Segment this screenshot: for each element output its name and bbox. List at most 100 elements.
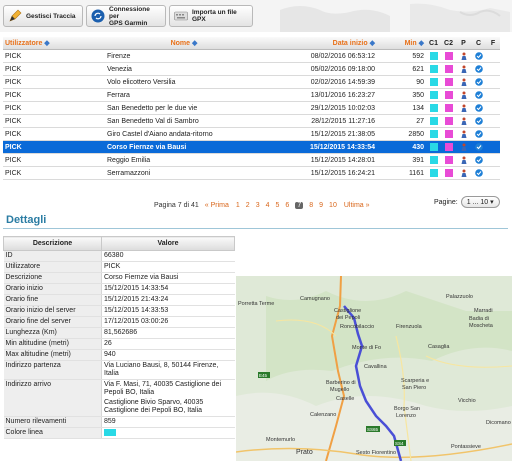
- details-value: 15/12/2015 21:43:24: [101, 294, 235, 306]
- cell-p: [456, 127, 471, 141]
- garmin-connect-label-line2: GPS Garmin: [109, 19, 148, 27]
- col-header-name[interactable]: Nome ◆: [105, 37, 263, 50]
- details-value: 17/12/2015 03:00:26: [101, 316, 235, 328]
- color-swatch-c2: [444, 169, 453, 177]
- details-value: PICK: [101, 261, 235, 273]
- col-header-min-label: Min: [404, 40, 417, 47]
- cell-c2: [441, 75, 456, 89]
- person-icon[interactable]: [460, 156, 468, 164]
- check-icon[interactable]: [474, 169, 483, 177]
- import-gpx-button[interactable]: Importa un file GPX: [169, 5, 253, 27]
- table-row[interactable]: PICK Corso Fiernze via Bausi 15/12/2015 14…: [3, 140, 500, 154]
- route-map[interactable]: Castiglione dei Pepoli Roncobilaccio Cam…: [236, 276, 512, 461]
- last-page-link[interactable]: Ultima »: [344, 202, 370, 209]
- cell-min: 1161: [377, 166, 426, 180]
- page-link-2[interactable]: 2: [246, 202, 250, 209]
- person-icon[interactable]: [460, 78, 468, 86]
- check-icon[interactable]: [474, 130, 483, 138]
- cell-date: 15/12/2015 16:24:21: [263, 166, 377, 180]
- cell-name: Giro Castel d'Aiano andata-ritorno: [105, 127, 263, 141]
- person-icon[interactable]: [460, 169, 468, 177]
- color-swatch-c1: [429, 52, 438, 60]
- page-link-5[interactable]: 5: [276, 202, 280, 209]
- check-icon[interactable]: [474, 65, 483, 73]
- check-icon[interactable]: [474, 91, 483, 99]
- check-icon[interactable]: [474, 52, 483, 60]
- color-swatch-c2: [444, 91, 453, 99]
- person-icon[interactable]: [460, 65, 468, 73]
- details-row: Indirizzo partenza Via Luciano Bausi, 8, …: [3, 360, 235, 380]
- color-swatch-c2: [444, 65, 453, 73]
- table-row[interactable]: PICK Serramazzoni 15/12/2015 16:24:21 1161: [3, 166, 500, 180]
- table-row[interactable]: PICK Reggio Emilia 15/12/2015 14:28:01 391: [3, 153, 500, 167]
- person-icon[interactable]: [460, 130, 468, 138]
- check-icon[interactable]: [474, 117, 483, 125]
- table-row[interactable]: PICK Giro Castel d'Aiano andata-ritorno 15…: [3, 127, 500, 141]
- first-page-link[interactable]: « Prima: [205, 202, 229, 209]
- table-row[interactable]: PICK Volo elicottero Versilia 02/02/2016 1…: [3, 75, 500, 89]
- check-icon[interactable]: [474, 156, 483, 164]
- table-row[interactable]: PICK San Benedetto Val di Sambro 28/12/201…: [3, 114, 500, 128]
- cell-f: [486, 49, 500, 63]
- person-icon[interactable]: [460, 52, 468, 60]
- check-icon[interactable]: [474, 78, 483, 86]
- details-label: Orario inizio: [3, 283, 102, 295]
- details-row: Orario inizio del server 15/12/2015 14:33…: [3, 305, 235, 317]
- col-header-p: P: [456, 37, 471, 50]
- details-value: Corso Fiernze via Bausi: [101, 272, 235, 284]
- col-header-date-label: Data inizio: [332, 40, 368, 47]
- cell-f: [486, 88, 500, 102]
- cell-c1: [426, 166, 441, 180]
- cell-date: 13/01/2016 16:23:27: [263, 88, 377, 102]
- table-row[interactable]: PICK San Benedetto per le due vie 29/12/20…: [3, 101, 500, 115]
- manage-track-button[interactable]: Gestisci Traccia: [3, 5, 83, 27]
- cell-f: [486, 101, 500, 115]
- page-link-1[interactable]: 1: [236, 202, 240, 209]
- cell-user: PICK: [3, 166, 105, 180]
- page-link-8[interactable]: 8: [309, 202, 313, 209]
- page-link-3[interactable]: 3: [256, 202, 260, 209]
- page-link-10[interactable]: 10: [329, 202, 337, 209]
- details-value-text: 26: [104, 340, 112, 347]
- svg-text:Mugello: Mugello: [330, 387, 349, 393]
- person-icon[interactable]: [460, 117, 468, 125]
- table-row[interactable]: PICK Firenze 08/02/2016 06:53:12 592: [3, 49, 500, 63]
- color-swatch-c1: [429, 169, 438, 177]
- person-icon[interactable]: [460, 91, 468, 99]
- garmin-connect-label: Connessione per GPS Garmin: [109, 6, 161, 27]
- page-link-6[interactable]: 6: [285, 202, 289, 209]
- col-header-min[interactable]: Min ◆: [377, 37, 426, 50]
- details-value-text: Via Luciano Bausi, 8, 50144 Firenze, Ita…: [104, 362, 219, 377]
- person-icon[interactable]: [460, 143, 468, 151]
- col-header-user[interactable]: Utilizzatore ◆: [3, 37, 105, 50]
- tracks-table: Utilizzatore ◆ Nome ◆ Data inizio ◆ Min …: [3, 37, 500, 180]
- sync-icon: [91, 9, 105, 23]
- table-row[interactable]: PICK Ferrara 13/01/2016 16:23:27 350: [3, 88, 500, 102]
- cell-c1: [426, 140, 441, 154]
- cell-f: [486, 62, 500, 76]
- world-map-decoration: [280, 3, 510, 32]
- sort-icon: ◆: [192, 40, 198, 47]
- color-swatch-c1: [429, 65, 438, 73]
- details-value-text: 15/12/2015 14:33:53: [104, 307, 169, 314]
- details-row: Orario fine 15/12/2015 21:43:24: [3, 294, 235, 306]
- cell-c2: [441, 153, 456, 167]
- pages-select[interactable]: 1 ... 10 ▾: [460, 196, 500, 208]
- garmin-connect-button[interactable]: Connessione per GPS Garmin: [86, 5, 166, 27]
- svg-text:Pontassieve: Pontassieve: [451, 444, 481, 450]
- check-icon[interactable]: [474, 143, 483, 151]
- color-swatch-c2: [444, 130, 453, 138]
- cell-c: [471, 114, 486, 128]
- page-link-7[interactable]: 7: [295, 201, 304, 209]
- check-icon[interactable]: [474, 104, 483, 112]
- person-icon[interactable]: [460, 104, 468, 112]
- details-table: Descrizione Valore ID 66380 Utilizzatore PI…: [3, 236, 235, 440]
- table-row[interactable]: PICK Venezia 05/02/2016 09:18:00 621: [3, 62, 500, 76]
- cell-user: PICK: [3, 127, 105, 141]
- cell-p: [456, 153, 471, 167]
- svg-text:Palazzuolo: Palazzuolo: [446, 294, 473, 300]
- col-header-date[interactable]: Data inizio ◆: [263, 37, 377, 50]
- page-link-9[interactable]: 9: [319, 202, 323, 209]
- page-link-4[interactable]: 4: [266, 202, 270, 209]
- cell-c: [471, 140, 486, 154]
